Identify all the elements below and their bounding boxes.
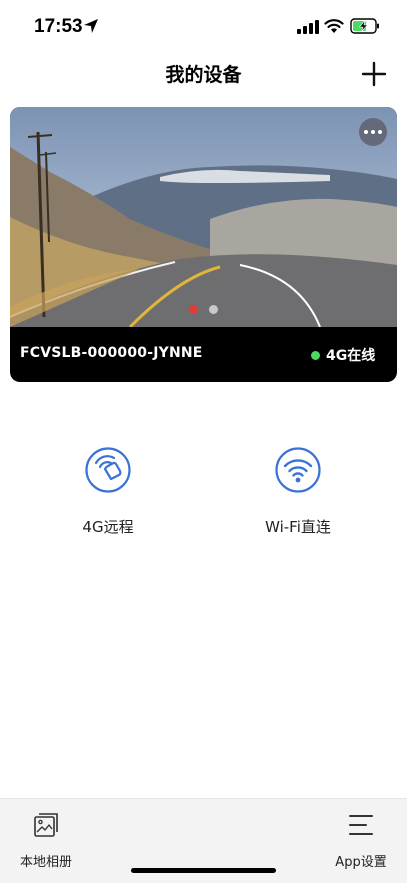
more-dot-icon — [364, 130, 368, 134]
more-dot-icon — [371, 130, 375, 134]
more-dot-icon — [378, 130, 382, 134]
header: 我的设备 — [0, 54, 407, 94]
tab-local-album-label: 本地相册 — [19, 855, 72, 870]
remote-4g-option[interactable]: 4G远程 — [38, 446, 178, 546]
pager-dot[interactable] — [209, 305, 218, 314]
device-card[interactable]: FCVSLB-000000-JYNNE 4G在线 — [10, 107, 397, 382]
page-title: 我的设备 — [165, 64, 242, 86]
add-device-button[interactable] — [360, 60, 388, 88]
battery-charging-icon — [350, 18, 379, 34]
wifi-direct-label: Wi-Fi直连 — [265, 518, 331, 536]
pager-dot[interactable] — [189, 305, 198, 314]
image-pager — [0, 305, 407, 315]
status-time: 17:53 — [34, 16, 83, 37]
device-name: FCVSLB-000000-JYNNE — [20, 345, 203, 361]
online-status-dot — [311, 350, 320, 360]
device-status-label: 4G在线 — [326, 348, 376, 364]
photo-album-icon — [34, 813, 58, 837]
device-preview-image — [10, 107, 397, 327]
cellular-signal-icon — [297, 20, 319, 34]
remote-4g-label: 4G远程 — [82, 518, 134, 536]
location-arrow-icon — [84, 19, 98, 33]
more-options-button[interactable] — [359, 118, 387, 146]
status-bar: 17:53 — [0, 0, 407, 54]
tab-app-settings-label: App设置 — [335, 855, 387, 870]
wifi-icon — [275, 447, 321, 493]
menu-icon — [349, 815, 373, 835]
hand-signal-icon — [85, 447, 131, 493]
plus-icon — [361, 61, 387, 87]
tab-app-settings[interactable]: App设置 — [321, 809, 401, 870]
device-status: 4G在线 — [311, 345, 375, 365]
wifi-status-icon — [324, 19, 344, 33]
tab-local-album[interactable]: 本地相册 — [6, 809, 86, 870]
wifi-direct-option[interactable]: Wi-Fi直连 — [228, 446, 368, 546]
home-indicator — [131, 868, 276, 873]
